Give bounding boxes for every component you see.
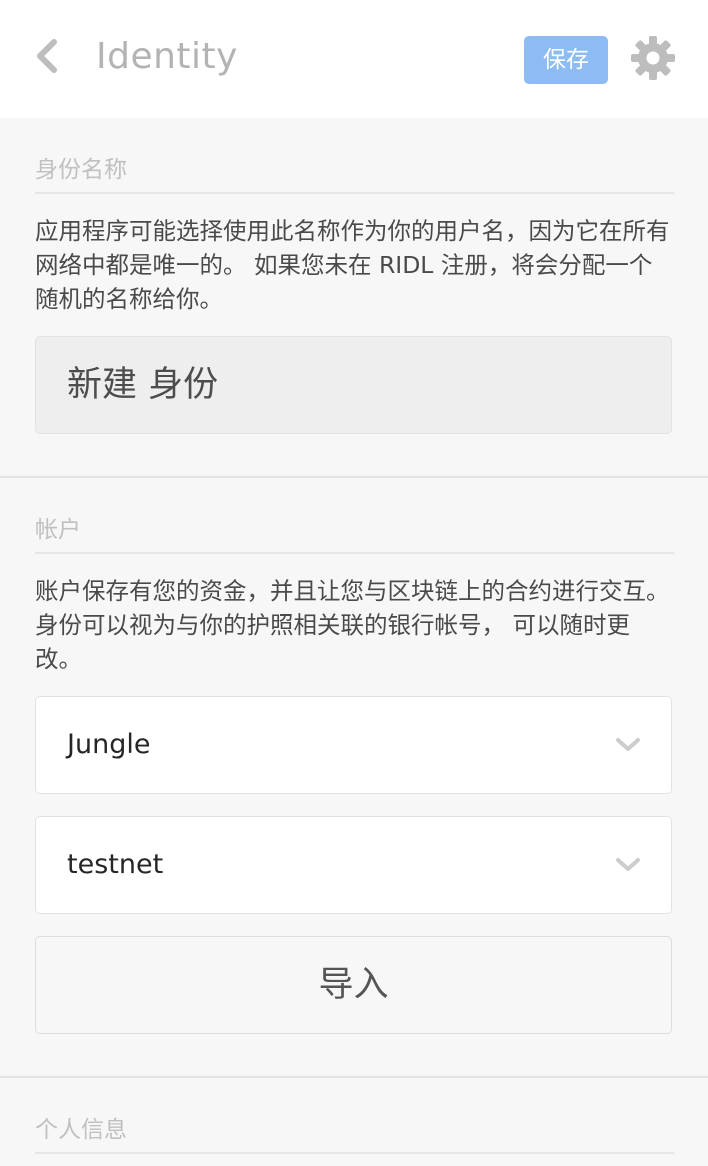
account-select-value: testnet — [67, 849, 164, 880]
header-bar: Identity 保存 — [0, 0, 708, 118]
import-button[interactable]: 导入 — [35, 936, 672, 1034]
back-arrow-icon[interactable] — [30, 36, 66, 76]
section-separator — [0, 1076, 708, 1078]
section-separator — [0, 476, 708, 478]
identity-name-description: 应用程序可能选择使用此名称作为你的用户名，因为它在所有网络中都是唯一的。 如果您… — [35, 217, 670, 313]
personal-info-section-title: 个人信息 — [35, 1117, 127, 1143]
gear-icon[interactable] — [630, 35, 676, 81]
identity-name-input[interactable]: 新建 身份 — [35, 336, 672, 434]
save-button[interactable]: 保存 — [524, 36, 608, 84]
section-divider — [35, 552, 674, 554]
account-select[interactable]: testnet — [35, 816, 672, 914]
account-description: 账户保存有您的资金，并且让您与区块链上的合约进行交互。 身份可以视为与你的护照相… — [35, 577, 670, 673]
identity-name-section-title: 身份名称 — [35, 157, 127, 183]
chevron-down-icon — [616, 738, 640, 751]
section-divider — [35, 192, 674, 194]
network-select-value: Jungle — [67, 729, 151, 760]
network-select[interactable]: Jungle — [35, 696, 672, 794]
page-title: Identity — [96, 36, 238, 77]
chevron-down-icon — [616, 858, 640, 871]
section-divider — [35, 1152, 674, 1154]
account-section-title: 帐户 — [35, 517, 81, 543]
identity-page: Identity 保存 身份名称 应用程序可能选择使用此名称作为你的用户名，因为… — [0, 0, 708, 1166]
